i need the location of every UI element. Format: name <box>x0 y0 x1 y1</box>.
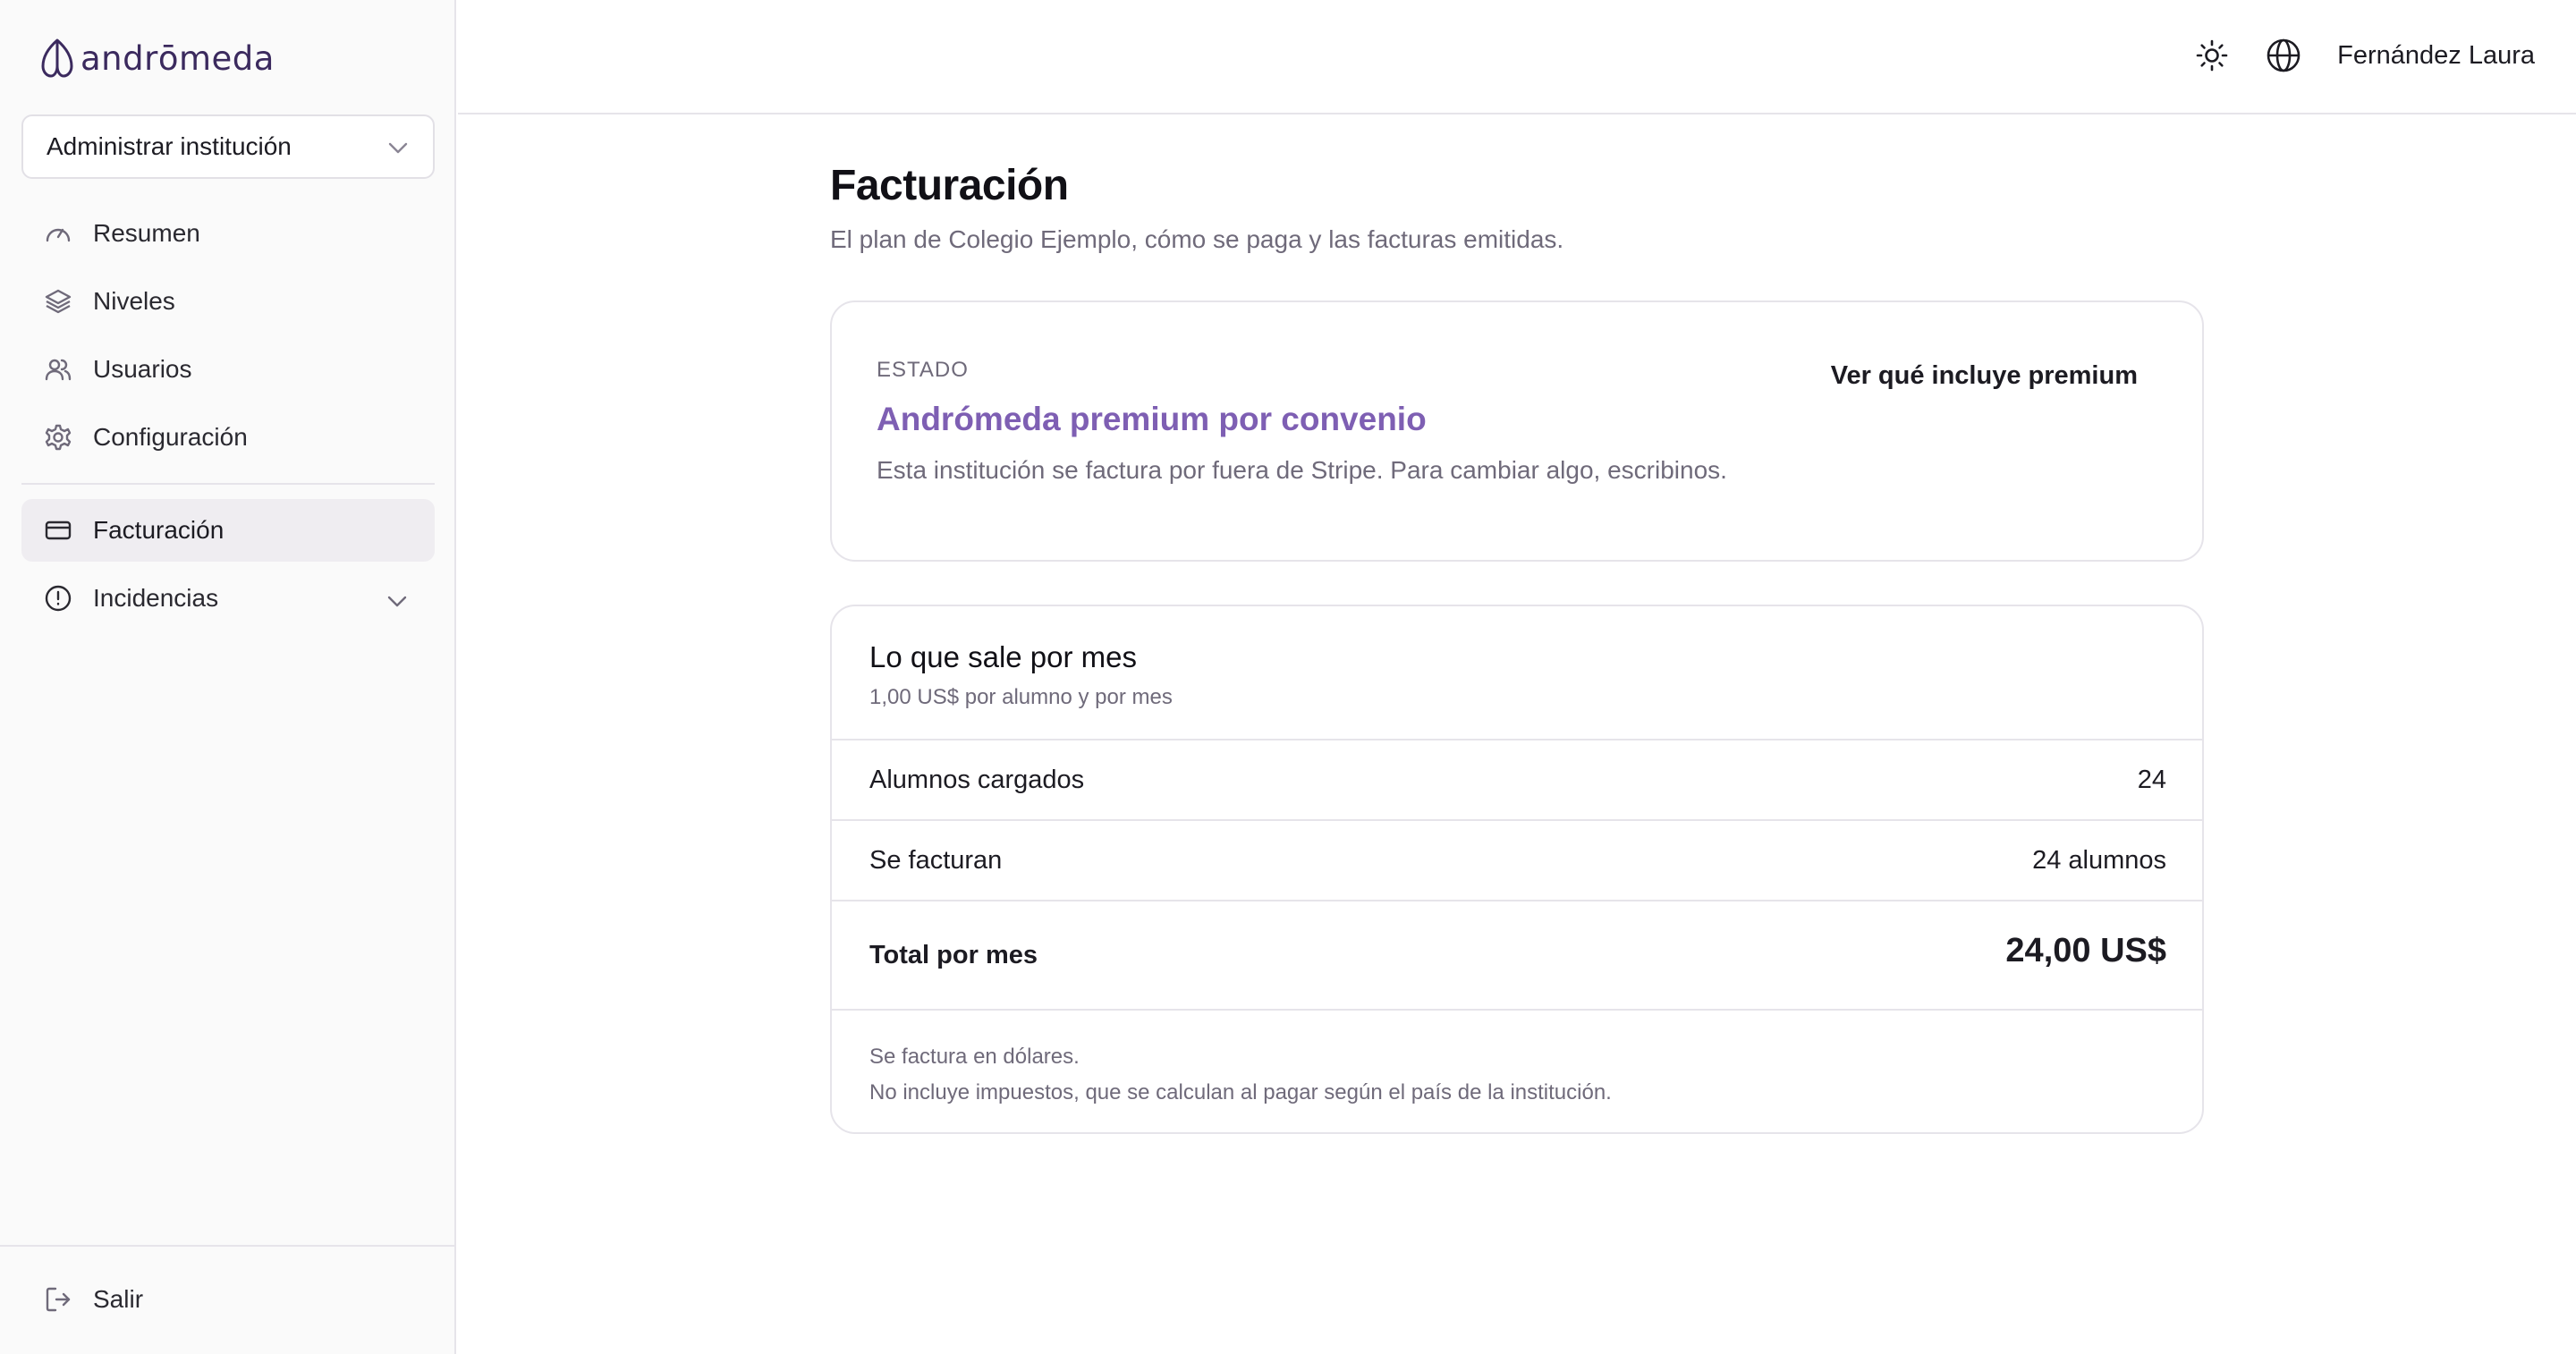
institution-select-label: Administrar institución <box>47 132 292 160</box>
view-premium-link[interactable]: Ver qué incluye premium <box>1831 361 2138 391</box>
sidebar-item-configuracion[interactable]: Configuración <box>21 406 435 469</box>
status-plan: Andrómeda premium por convenio <box>877 401 1427 437</box>
pricing-header: Lo que sale por mes 1,00 US$ por alumno … <box>832 606 2202 740</box>
pricing-card: Lo que sale por mes 1,00 US$ por alumno … <box>830 605 2204 1134</box>
pricing-title: Lo que sale por mes <box>869 640 1138 673</box>
gauge-icon <box>43 218 73 249</box>
sidebar-item-label: Resumen <box>93 219 200 247</box>
sidebar-item-label: Incidencias <box>93 584 219 612</box>
pricing-row-alumnos-cargados: Alumnos cargados 24 <box>832 740 2202 821</box>
alert-circle-icon <box>43 583 73 614</box>
brand-name: andrōmeda <box>80 38 275 78</box>
top-bar: Fernández Laura <box>458 0 2576 114</box>
note-line: Se factura en dólares. <box>869 1045 1080 1069</box>
status-card: ESTADO Andrómeda premium por convenio Es… <box>830 300 2204 562</box>
user-menu[interactable]: Fernández Laura <box>2337 41 2535 71</box>
page-title: Facturación <box>830 162 1069 209</box>
sidebar-item-incidencias[interactable]: Incidencias <box>21 567 435 630</box>
sidebar-item-label: Facturación <box>93 516 225 544</box>
row-value: 24 alumnos <box>2032 846 2166 875</box>
note-line: No incluye impuestos, que se calculan al… <box>869 1080 1612 1104</box>
status-label: ESTADO <box>877 358 969 382</box>
sidebar-item-niveles[interactable]: Niveles <box>21 270 435 333</box>
top-actions: Fernández Laura <box>2192 36 2535 75</box>
row-label: Total por mes <box>869 941 1038 969</box>
row-label: Se facturan <box>869 846 1003 875</box>
sidebar-item-label: Configuración <box>93 423 248 451</box>
row-label: Alumnos cargados <box>869 766 1085 794</box>
sidebar-item-label: Niveles <box>93 287 175 315</box>
sidebar-item-facturacion[interactable]: Facturación <box>21 499 435 562</box>
logout-label: Salir <box>93 1285 144 1313</box>
pricing-subtitle: 1,00 US$ por alumno y por mes <box>869 685 1173 709</box>
chevron-down-icon <box>388 132 408 161</box>
andromeda-logo-icon <box>39 38 75 79</box>
sidebar-divider <box>21 483 435 485</box>
status-description: Esta institución se factura por fuera de… <box>877 456 1727 484</box>
sidebar-footer: Salir <box>0 1245 456 1354</box>
layers-icon <box>43 286 73 317</box>
sidebar-item-label: Usuarios <box>93 355 192 383</box>
language-globe-icon[interactable] <box>2264 36 2303 75</box>
row-value: 24 <box>2137 766 2166 794</box>
total-value: 24,00 US$ <box>2005 932 2166 969</box>
pricing-row-total: Total por mes 24,00 US$ <box>832 901 2202 1011</box>
sidebar-item-resumen[interactable]: Resumen <box>21 202 435 265</box>
chevron-down-icon[interactable] <box>386 587 408 615</box>
pricing-row-se-facturan: Se facturan 24 alumnos <box>832 821 2202 901</box>
logout-icon <box>43 1284 73 1315</box>
institution-select[interactable]: Administrar institución <box>21 114 435 179</box>
logout-button[interactable]: Salir <box>21 1268 435 1331</box>
credit-card-icon <box>43 515 73 546</box>
users-icon <box>43 354 73 385</box>
page-subtitle: El plan de Colegio Ejemplo, cómo se paga… <box>830 225 1564 253</box>
brand-logo[interactable]: andrōmeda <box>39 38 275 79</box>
sidebar: andrōmeda Administrar institución Resume… <box>0 0 456 1354</box>
gear-icon <box>43 422 73 453</box>
theme-toggle-sun-icon[interactable] <box>2192 36 2232 75</box>
sidebar-item-usuarios[interactable]: Usuarios <box>21 338 435 401</box>
pricing-notes: Se factura en dólares. No incluye impues… <box>869 1039 1612 1111</box>
